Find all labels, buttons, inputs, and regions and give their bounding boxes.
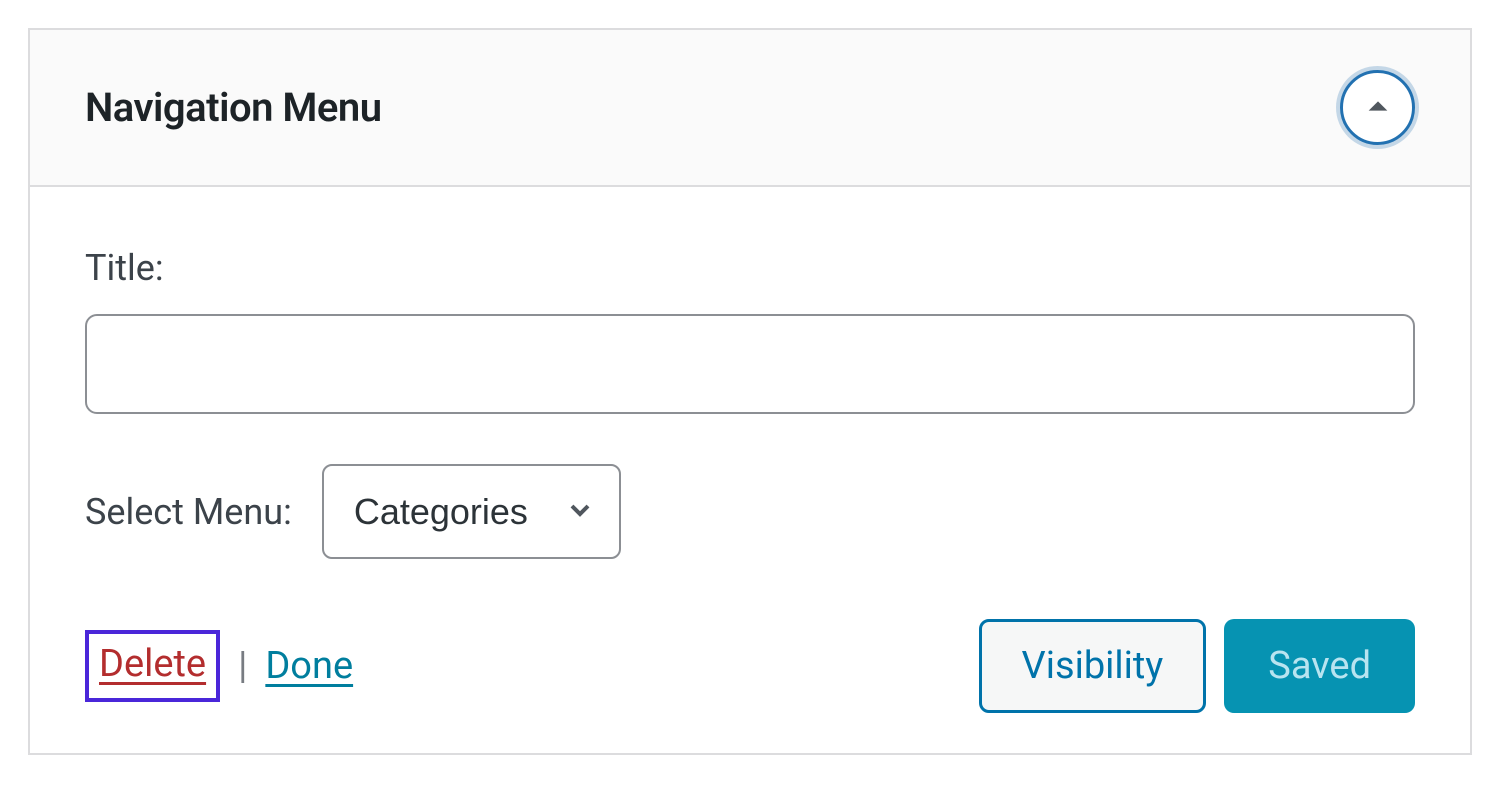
widget-footer: Delete | Done Visibility Saved [85, 619, 1415, 713]
collapse-toggle-button[interactable] [1340, 70, 1415, 145]
saved-button[interactable]: Saved [1224, 619, 1415, 713]
action-separator: | [238, 644, 247, 688]
select-menu-wrapper: Categories [322, 464, 621, 559]
select-menu-dropdown[interactable]: Categories [322, 464, 621, 559]
title-label: Title: [85, 247, 1415, 289]
delete-link[interactable]: Delete [99, 642, 206, 686]
widget-body: Title: Select Menu: Categories Delete [30, 187, 1470, 753]
title-field-row: Title: [85, 247, 1415, 414]
footer-right-actions: Visibility Saved [979, 619, 1415, 713]
select-menu-label: Select Menu: [85, 491, 292, 533]
select-menu-row: Select Menu: Categories [85, 464, 1415, 559]
visibility-button[interactable]: Visibility [979, 619, 1207, 713]
widget-header: Navigation Menu [30, 30, 1470, 187]
title-input[interactable] [85, 314, 1415, 414]
done-link[interactable]: Done [265, 644, 353, 688]
chevron-up-icon [1364, 92, 1392, 124]
footer-left-actions: Delete | Done [85, 630, 353, 702]
delete-highlight-box: Delete [85, 630, 220, 702]
navigation-menu-widget: Navigation Menu Title: Select Menu: Cate… [28, 28, 1472, 755]
widget-title: Navigation Menu [85, 84, 382, 131]
